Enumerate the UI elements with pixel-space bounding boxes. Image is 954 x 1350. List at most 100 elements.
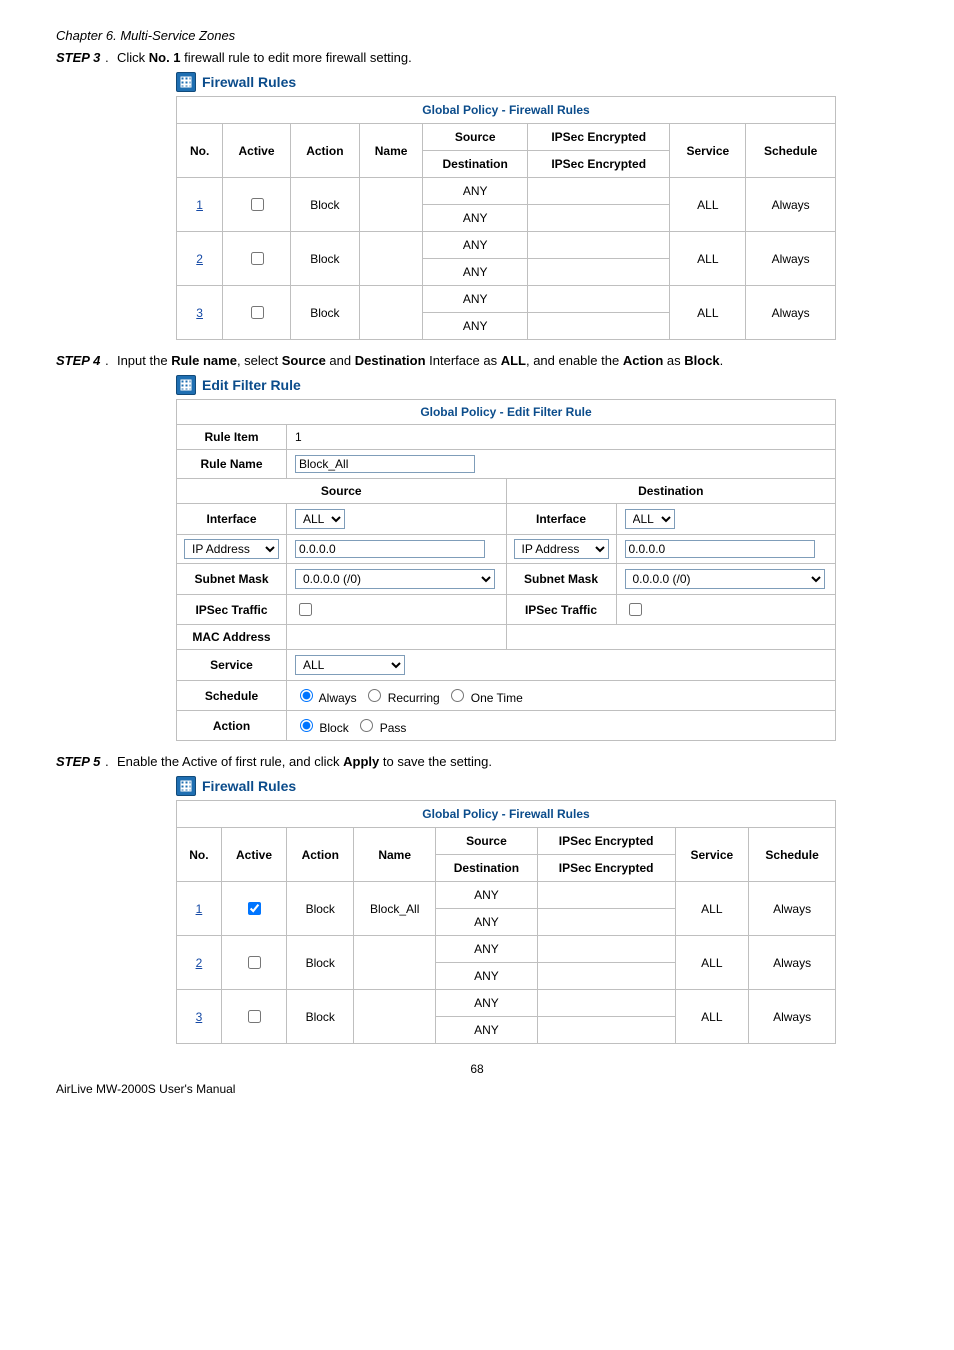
section-title-2: Firewall Rules: [202, 778, 296, 794]
rule-ipsec-d: [537, 1017, 675, 1044]
rule-service: ALL: [675, 990, 749, 1044]
section-header-edit: Edit Filter Rule: [176, 375, 898, 395]
schedule-recurring[interactable]: Recurring: [363, 691, 439, 705]
subhead-source: Source: [177, 479, 507, 504]
cell-src-mask: 0.0.0.0 (/0): [287, 564, 507, 595]
step5-pre: Enable the Active of first rule, and cli…: [117, 754, 343, 769]
rule-source: ANY: [423, 178, 528, 205]
rule-dest: ANY: [436, 909, 538, 936]
active-checkbox[interactable]: [248, 1010, 261, 1023]
rule-active[interactable]: [221, 882, 286, 936]
label-rule-item: Rule Item: [177, 425, 287, 450]
rule-name-input[interactable]: [295, 455, 475, 473]
section-title-edit: Edit Filter Rule: [202, 377, 301, 393]
rule-ipsec-s: [537, 936, 675, 963]
action-pass[interactable]: Pass: [355, 721, 406, 735]
rule-action: Block: [290, 232, 359, 286]
src-mask-select[interactable]: 0.0.0.0 (/0): [295, 569, 495, 589]
src-ipsec-checkbox[interactable]: [299, 603, 312, 616]
label-src-interface: Interface: [177, 504, 287, 535]
dst-ip-input[interactable]: [625, 540, 815, 558]
rule-no[interactable]: 2: [177, 232, 223, 286]
label-dst-mask: Subnet Mask: [506, 564, 616, 595]
rule-active[interactable]: [223, 232, 291, 286]
rule-active[interactable]: [223, 286, 291, 340]
col-ipsec-d: IPSec Encrypted: [537, 855, 675, 882]
src-ip-input[interactable]: [295, 540, 485, 558]
src-ip-type-select[interactable]: IP Address: [184, 539, 279, 559]
col-name: Name: [354, 828, 436, 882]
dst-interface-select[interactable]: ALL: [625, 509, 675, 529]
cell-dst-mask: 0.0.0.0 (/0): [616, 564, 836, 595]
rule-ipsec-s: [528, 286, 670, 313]
rule-active[interactable]: [223, 178, 291, 232]
col-no: No.: [177, 124, 223, 178]
active-checkbox[interactable]: [248, 956, 261, 969]
service-select[interactable]: ALL: [295, 655, 405, 675]
dst-ip-type-select[interactable]: IP Address: [514, 539, 609, 559]
step5-post: to save the setting.: [379, 754, 492, 769]
rule-service: ALL: [675, 882, 749, 936]
rule-name: [354, 936, 436, 990]
rule-ipsec-s: [537, 990, 675, 1017]
label-dst-ipsec: IPSec Traffic: [506, 595, 616, 625]
rule-active[interactable]: [221, 990, 286, 1044]
rule-schedule: Always: [749, 936, 836, 990]
rule-name: [359, 232, 422, 286]
dst-mask-select[interactable]: 0.0.0.0 (/0): [625, 569, 825, 589]
label-rule-name: Rule Name: [177, 450, 287, 479]
rule-source: ANY: [423, 286, 528, 313]
col-ipsec-d: IPSec Encrypted: [528, 151, 670, 178]
value-rule-name: [287, 450, 836, 479]
rule-active[interactable]: [221, 936, 286, 990]
schedule-onetime[interactable]: One Time: [446, 691, 522, 705]
rule-no[interactable]: 1: [177, 882, 222, 936]
rule-ipsec-d: [528, 259, 670, 286]
firewall-rules-table-2: Global Policy - Firewall Rules No. Activ…: [176, 800, 836, 1044]
label-service: Service: [177, 650, 287, 681]
label-src-ipsec: IPSec Traffic: [177, 595, 287, 625]
rule-no[interactable]: 3: [177, 286, 223, 340]
firewall-rules-section-2: Firewall Rules Global Policy - Firewall …: [176, 776, 898, 1044]
rule-schedule: Always: [746, 178, 836, 232]
firewall-rules-table-1: Global Policy - Firewall Rules No. Activ…: [176, 96, 836, 340]
active-checkbox[interactable]: [248, 902, 261, 915]
rule-schedule: Always: [746, 286, 836, 340]
col-action: Action: [287, 828, 354, 882]
dst-ipsec-checkbox[interactable]: [629, 603, 642, 616]
active-checkbox[interactable]: [251, 306, 264, 319]
schedule-always[interactable]: Always: [295, 691, 357, 705]
cell-action: Block Pass: [287, 711, 836, 741]
grid-icon: [176, 776, 196, 796]
active-checkbox[interactable]: [251, 198, 264, 211]
page-number: 68: [56, 1062, 898, 1076]
col-service: Service: [670, 124, 746, 178]
grid-icon: [176, 375, 196, 395]
cell-service: ALL: [287, 650, 836, 681]
rule-dest: ANY: [436, 1017, 538, 1044]
rule-name: [359, 178, 422, 232]
cell-dst-interface: ALL: [616, 504, 836, 535]
action-block[interactable]: Block: [295, 721, 349, 735]
label-action: Action: [177, 711, 287, 741]
rule-schedule: Always: [749, 882, 836, 936]
step3-punct: ﹒: [100, 50, 113, 65]
rule-ipsec-s: [537, 882, 675, 909]
grid-icon: [176, 72, 196, 92]
col-source: Source: [423, 124, 528, 151]
subhead-dest: Destination: [506, 479, 836, 504]
rule-action: Block: [287, 882, 354, 936]
col-dest: Destination: [423, 151, 528, 178]
active-checkbox[interactable]: [251, 252, 264, 265]
col-schedule: Schedule: [746, 124, 836, 178]
rule-no[interactable]: 3: [177, 990, 222, 1044]
src-interface-select[interactable]: ALL: [295, 509, 345, 529]
label-mac: MAC Address: [177, 625, 287, 650]
fw-caption: Global Policy - Firewall Rules: [177, 97, 836, 124]
rule-no[interactable]: 2: [177, 936, 222, 990]
rule-no[interactable]: 1: [177, 178, 223, 232]
rule-schedule: Always: [746, 232, 836, 286]
step3-line: STEP 3﹒ Click No. 1 firewall rule to edi…: [56, 47, 898, 66]
rule-ipsec-d: [537, 909, 675, 936]
rule-name: [359, 286, 422, 340]
